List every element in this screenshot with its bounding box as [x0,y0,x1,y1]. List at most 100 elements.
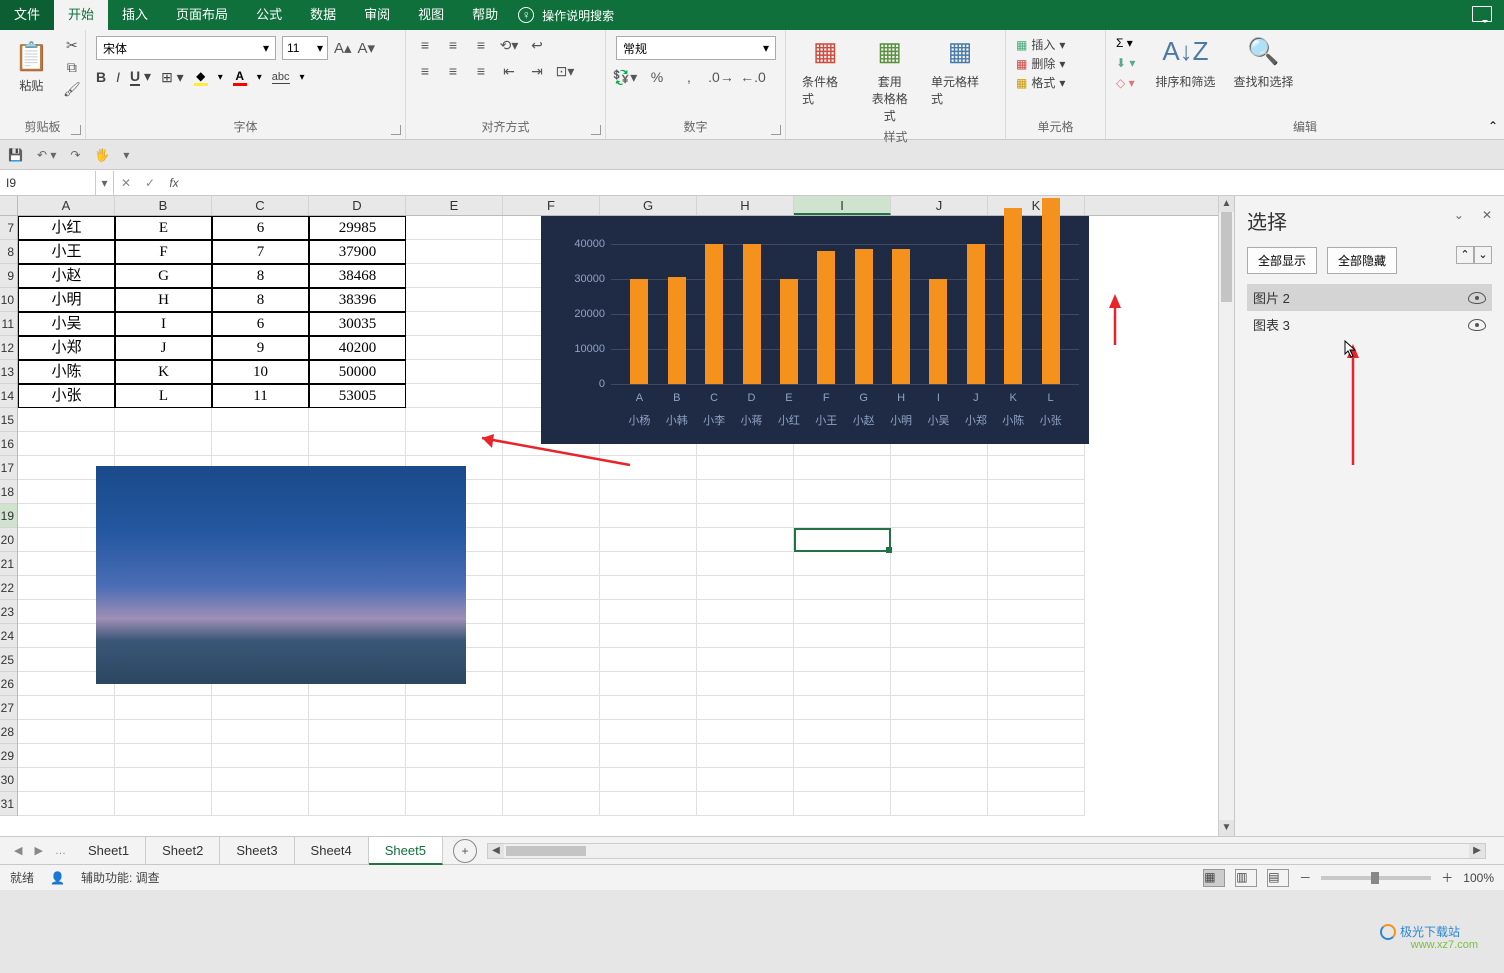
row-header[interactable]: 27 [0,696,17,720]
cell[interactable] [406,384,503,408]
cell[interactable] [115,408,212,432]
enter-icon[interactable]: ✓ [138,176,162,190]
cell[interactable] [115,696,212,720]
cell[interactable] [891,504,988,528]
font-color-button[interactable]: A [233,69,247,86]
scroll-down-icon[interactable]: ▼ [1219,820,1234,836]
cell[interactable] [212,792,309,816]
cell[interactable] [697,720,794,744]
zoom-out-icon[interactable]: － [1299,869,1311,886]
cell[interactable] [988,600,1085,624]
scroll-left-icon[interactable]: ◀ [488,844,504,858]
sheet-nav-more-icon[interactable]: … [49,845,72,857]
cell[interactable] [697,696,794,720]
align-top-icon[interactable]: ≡ [416,36,434,54]
sheet-tab[interactable]: Sheet4 [295,837,369,865]
cell[interactable] [600,480,697,504]
cell[interactable] [988,792,1085,816]
cell[interactable] [115,768,212,792]
send-backward-icon[interactable]: ⌄ [1474,246,1492,264]
row-header[interactable]: 10 [0,288,17,312]
cell[interactable] [794,624,891,648]
dialog-launcher-icon[interactable] [591,125,601,135]
cell[interactable] [18,696,115,720]
percent-format-icon[interactable]: % [648,68,666,86]
page-layout-view-icon[interactable]: ▥ [1235,869,1257,887]
row-header[interactable]: 16 [0,432,17,456]
align-center-icon[interactable]: ≡ [444,62,462,80]
dialog-launcher-icon[interactable] [391,125,401,135]
sheet-nav-next-icon[interactable]: ▶ [28,844,48,857]
show-all-button[interactable]: 全部显示 [1247,247,1317,274]
cell[interactable] [988,624,1085,648]
cell[interactable] [794,600,891,624]
format-painter-icon[interactable]: 🖌 [63,80,81,98]
row-header[interactable]: 15 [0,408,17,432]
row-header[interactable]: 8 [0,240,17,264]
status-accessibility[interactable]: 辅助功能: 调查 [81,869,160,886]
visibility-toggle-icon[interactable] [1468,292,1486,304]
cell[interactable] [406,240,503,264]
align-right-icon[interactable]: ≡ [472,62,490,80]
cell[interactable] [794,480,891,504]
data-cell[interactable]: 7 [212,240,309,264]
cell[interactable] [406,408,503,432]
tell-me[interactable]: ♀ 操作说明搜索 [518,7,614,24]
cell[interactable] [697,456,794,480]
sheet-tab[interactable]: Sheet1 [72,837,146,865]
worksheet[interactable]: ABCDEFGHIJK 7891011121314151617181920212… [0,196,1234,836]
cell[interactable] [988,648,1085,672]
horizontal-scrollbar[interactable]: ◀ ▶ [487,843,1486,859]
row-header[interactable]: 31 [0,792,17,816]
cell[interactable] [891,624,988,648]
cell[interactable] [697,768,794,792]
cell[interactable] [600,504,697,528]
scroll-thumb[interactable] [1221,212,1232,302]
cancel-icon[interactable]: ✕ [114,176,138,190]
column-header[interactable]: H [697,196,794,215]
row-header[interactable]: 12 [0,336,17,360]
sheet-tab[interactable]: Sheet3 [220,837,294,865]
scroll-up-icon[interactable]: ▲ [1219,196,1234,212]
cell[interactable] [309,720,406,744]
cell[interactable] [18,432,115,456]
data-cell[interactable]: 9 [212,336,309,360]
cell[interactable] [891,576,988,600]
cell[interactable] [503,720,600,744]
data-cell[interactable]: G [115,264,212,288]
cell[interactable] [988,672,1085,696]
tab-review[interactable]: 审阅 [350,0,404,30]
column-header[interactable]: C [212,196,309,215]
cell[interactable] [697,672,794,696]
cell[interactable] [794,648,891,672]
cell[interactable] [988,744,1085,768]
cell[interactable] [406,336,503,360]
cell[interactable] [988,456,1085,480]
row-header[interactable]: 30 [0,768,17,792]
cell[interactable] [988,504,1085,528]
table-format-button[interactable]: ▦套用 表格格式 [860,36,918,124]
find-select-button[interactable]: 🔍查找和选择 [1227,36,1299,90]
data-cell[interactable]: 8 [212,288,309,312]
tab-home[interactable]: 开始 [54,0,108,30]
data-cell[interactable]: 6 [212,216,309,240]
cell[interactable] [794,696,891,720]
increase-decimal-icon[interactable]: .0→ [712,68,730,86]
cell[interactable] [503,504,600,528]
cell[interactable] [891,648,988,672]
formula-input[interactable] [186,171,1504,195]
cell[interactable] [600,456,697,480]
cell[interactable] [503,600,600,624]
cell[interactable] [600,672,697,696]
row-header[interactable]: 22 [0,576,17,600]
cell[interactable] [988,576,1085,600]
tab-data[interactable]: 数据 [296,0,350,30]
cell[interactable] [212,432,309,456]
embedded-image[interactable] [96,466,466,684]
visibility-toggle-icon[interactable] [1468,319,1486,331]
data-cell[interactable]: 8 [212,264,309,288]
data-cell[interactable]: I [115,312,212,336]
cell[interactable] [600,648,697,672]
decrease-decimal-icon[interactable]: ←.0 [744,68,762,86]
row-header[interactable]: 23 [0,600,17,624]
